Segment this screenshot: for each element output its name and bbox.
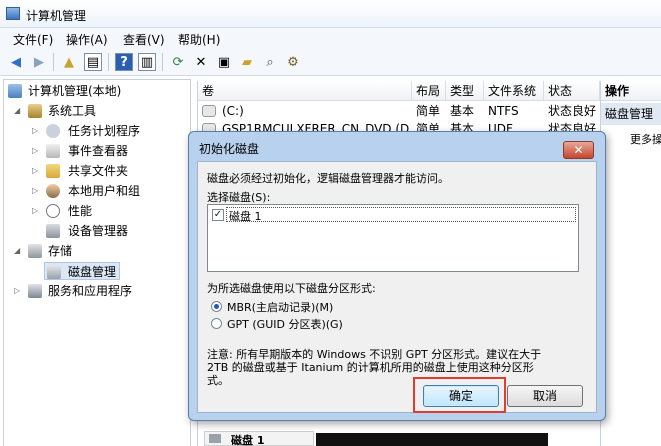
services-icon xyxy=(28,284,42,298)
list-item[interactable]: 磁盘 1 xyxy=(226,207,576,223)
collapse-icon[interactable]: ◢ xyxy=(14,102,20,120)
mbr-radio[interactable] xyxy=(211,301,222,312)
column-header-type[interactable]: 类型 xyxy=(446,81,484,101)
menu-help[interactable]: 帮助(H) xyxy=(178,31,220,48)
forward-icon[interactable]: ▶ xyxy=(30,53,48,71)
ok-highlight-box xyxy=(413,377,506,413)
tree-services-apps[interactable]: ▷ 服务和应用程序 xyxy=(14,282,184,300)
dialog-title: 初始化磁盘 xyxy=(199,142,260,156)
expand-icon[interactable]: ▷ xyxy=(14,282,20,300)
note-line-3: 式。 xyxy=(207,374,229,387)
menu-bar: 文件(F) 操作(A) 查看(V) 帮助(H) xyxy=(0,28,661,48)
search-icon[interactable]: ⌕ xyxy=(261,53,279,71)
clock-icon xyxy=(46,124,60,138)
select-disk-label: 选择磁盘(S): xyxy=(207,191,271,204)
menu-file[interactable]: 文件(F) xyxy=(13,31,53,48)
disk-checkbox[interactable]: ✓ xyxy=(212,209,224,221)
disk-icon xyxy=(47,265,61,279)
dialog-intro-text: 磁盘必须经过初始化，逻辑磁盘管理器才能访问。 xyxy=(207,172,449,185)
menu-action[interactable]: 操作(A) xyxy=(66,31,108,48)
column-header-volume[interactable]: 卷 xyxy=(198,81,412,101)
tools-icon xyxy=(28,104,42,118)
menu-view[interactable]: 查看(V) xyxy=(123,31,165,48)
window-title: 计算机管理 xyxy=(26,9,87,23)
back-icon[interactable]: ◀ xyxy=(7,53,25,71)
column-header-layout[interactable]: 布局 xyxy=(412,81,446,101)
properties-icon[interactable]: ▣ xyxy=(215,53,233,71)
tree-disk-management[interactable]: 磁盘管理 xyxy=(44,262,120,280)
shared-folder-icon xyxy=(46,164,60,178)
column-header-filesystem[interactable]: 文件系统 xyxy=(484,81,544,101)
gpt-label[interactable]: GPT (GUID 分区表)(G) xyxy=(227,316,343,332)
help-icon[interactable]: ? xyxy=(115,53,133,71)
actions-pane: 操作 磁盘管理 更多操作 xyxy=(600,81,661,446)
users-icon xyxy=(46,184,60,198)
expand-icon[interactable]: ▷ xyxy=(32,182,38,200)
up-folder-icon[interactable]: ▲ xyxy=(60,53,78,71)
column-header-status[interactable]: 状态 xyxy=(544,81,600,101)
tree-shared-folders[interactable]: ▷ 共享文件夹 xyxy=(32,162,182,180)
dialog-body: 磁盘必须经过初始化，逻辑磁盘管理器才能访问。 选择磁盘(S): ✓ 磁盘 1 为… xyxy=(197,161,597,413)
disk-row-label[interactable]: 磁盘 1 xyxy=(204,431,314,446)
partition-style-label: 为所选磁盘使用以下磁盘分区形式: xyxy=(207,282,376,295)
delete-icon[interactable]: ✕ xyxy=(192,53,210,71)
tree-root[interactable]: 计算机管理(本地) xyxy=(8,82,188,100)
note-line-2: 2TB 的磁盘或基于 Itanium 的计算机所用的磁盘上使用这种分区形 xyxy=(207,361,534,374)
cancel-button[interactable]: 取消 xyxy=(507,385,583,407)
actions-section[interactable]: 磁盘管理 xyxy=(601,103,661,125)
title-bar: 计算机管理 xyxy=(0,0,661,28)
disk-listbox[interactable]: ✓ 磁盘 1 xyxy=(207,204,579,272)
event-log-icon xyxy=(46,144,60,158)
console-tree: 计算机管理(本地) ◢ 系统工具 ▷ 任务计划程序 ▷ 事件查看器 ▷ 共享文件… xyxy=(3,79,191,446)
device-manager-icon xyxy=(46,224,60,238)
performance-icon xyxy=(46,204,60,218)
unallocated-partition[interactable] xyxy=(316,433,548,446)
computer-management-icon xyxy=(6,7,20,20)
disk-icon xyxy=(209,434,221,443)
storage-icon xyxy=(28,244,42,258)
actions-header: 操作 xyxy=(601,81,661,101)
expand-icon[interactable]: ▷ xyxy=(32,122,38,140)
initialize-disk-dialog: 初始化磁盘 ✕ 磁盘必须经过初始化，逻辑磁盘管理器才能访问。 选择磁盘(S): … xyxy=(188,131,606,421)
gpt-radio[interactable] xyxy=(211,318,222,329)
collapse-icon[interactable]: ◢ xyxy=(14,242,20,260)
tree-performance[interactable]: ▷ 性能 xyxy=(32,202,182,220)
refresh-icon[interactable]: ⟳ xyxy=(169,53,187,71)
expand-icon[interactable]: ▷ xyxy=(32,202,38,220)
mbr-label[interactable]: MBR(主启动记录)(M) xyxy=(227,299,333,315)
close-button[interactable]: ✕ xyxy=(563,141,594,159)
tree-event-viewer[interactable]: ▷ 事件查看器 xyxy=(32,142,182,160)
expand-icon[interactable]: ▷ xyxy=(32,162,38,180)
drive-icon xyxy=(202,105,216,117)
open-icon[interactable]: ▰ xyxy=(238,53,256,71)
tree-task-scheduler[interactable]: ▷ 任务计划程序 xyxy=(32,122,182,140)
tree-storage[interactable]: ◢ 存储 xyxy=(14,242,184,260)
more-actions-link[interactable]: 更多操作 xyxy=(630,131,661,147)
computer-icon xyxy=(8,84,22,98)
tree-local-users[interactable]: ▷ 本地用户和组 xyxy=(32,182,182,200)
tree-system-tools[interactable]: ◢ 系统工具 xyxy=(14,102,184,120)
tree-device-manager[interactable]: 设备管理器 xyxy=(46,222,182,240)
expand-icon[interactable]: ▷ xyxy=(32,142,38,160)
toolbar: ◀ ▶ ▲ ▤ ? ▥ ⟳ ✕ ▣ ▰ ⌕ ⚙ xyxy=(0,48,661,76)
show-hide-tree-icon[interactable]: ▤ xyxy=(84,53,102,71)
properties-panel-icon[interactable]: ▥ xyxy=(138,53,156,71)
settings-icon[interactable]: ⚙ xyxy=(284,53,302,71)
